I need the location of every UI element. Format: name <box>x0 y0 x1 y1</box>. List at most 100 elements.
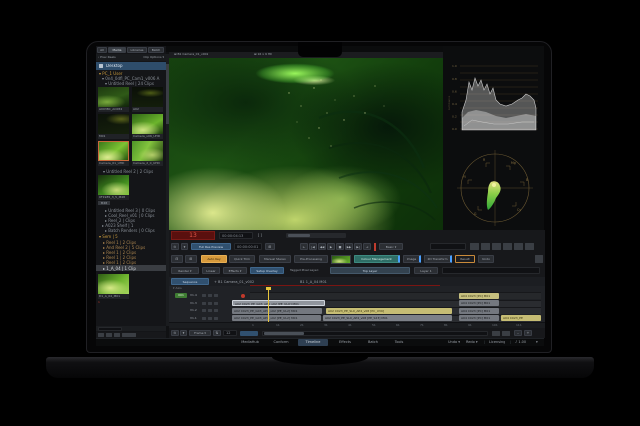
chevron-down-icon[interactable]: ▾ <box>536 340 538 344</box>
manual-stereo-button[interactable]: Manual Stereo <box>259 255 291 263</box>
zoom-out-button[interactable]: – <box>514 330 522 336</box>
step-fwd-button[interactable]: ▶| <box>354 243 362 250</box>
media-tab-batch[interactable]: Batch <box>148 47 164 53</box>
ffwd-button[interactable]: ▶▶ <box>345 243 353 250</box>
row-b-button[interactable] <box>514 243 523 250</box>
stop-button[interactable]: ■ <box>336 243 344 250</box>
target-button[interactable]: ⊙ <box>171 243 179 250</box>
render-dropdown[interactable]: Render ▾ <box>171 267 199 274</box>
view-toggle-button[interactable] <box>492 331 500 336</box>
zoom-in-button[interactable]: + <box>524 330 532 336</box>
row-b-button[interactable] <box>470 243 479 250</box>
media-tab-media[interactable]: Media <box>108 47 126 53</box>
timecode-field[interactable]: 00:00:04:13 <box>219 232 253 239</box>
result-view-button[interactable]: Result <box>455 255 475 263</box>
timeline-clip[interactable]: A02 C023_PE_SL0_AP4_v08 [PE_S23] M01 <box>323 315 452 321</box>
dropdown-button[interactable]: ▾ <box>181 243 188 250</box>
viewer-format[interactable]: ⊞ 16 x 9 HD <box>254 53 272 57</box>
undo-button[interactable]: Undo <box>478 255 494 263</box>
timeline-clip[interactable]: A02 C023_PE_G03_AP4_v02 [PE_UL2] M01 <box>232 315 321 321</box>
snap-button[interactable]: ⊙ <box>171 330 179 336</box>
swap-button[interactable]: ⇅ <box>213 330 221 336</box>
sequence-clip-b[interactable]: B1 1_A_04 M01 <box>300 280 327 284</box>
linear-button[interactable]: Linear <box>202 267 220 274</box>
row-b-button[interactable] <box>481 243 490 250</box>
name-input[interactable] <box>442 267 540 274</box>
tree-group[interactable]: ▾ Sem | 5 <box>99 234 165 239</box>
range-chip[interactable] <box>240 331 258 336</box>
track-solo-icon[interactable] <box>214 309 218 312</box>
pre-processing-button[interactable]: Pre-Processing <box>294 255 328 263</box>
prev-reels-button[interactable]: ‹ Prev Reels <box>98 56 116 60</box>
tree-item[interactable]: ▸ Batch Renders | 0 Clips <box>105 228 165 233</box>
fx-preview-thumbnail[interactable] <box>331 255 351 264</box>
clip-thumbnail[interactable] <box>132 87 163 107</box>
clip-thumbnail[interactable] <box>98 87 129 107</box>
track-visibility-icon[interactable] <box>202 294 206 297</box>
rewind-button[interactable]: ◀◀ <box>318 243 326 250</box>
sequence-clip-a[interactable]: + B1 Camera_01_v002 <box>214 280 254 284</box>
playhead-line[interactable] <box>268 287 269 322</box>
h-scrollbar-thumb[interactable] <box>264 332 304 335</box>
record-indicator[interactable] <box>241 294 245 298</box>
clip-thumbnail[interactable] <box>98 274 129 294</box>
media-tab-libraries[interactable]: Libraries <box>127 47 147 53</box>
footer-button[interactable] <box>122 333 136 337</box>
quick-trim-button[interactable]: Quick Trim <box>229 255 255 263</box>
clip-thumbnail-selected[interactable] <box>98 141 129 161</box>
go-end-button[interactable]: ⇥ <box>363 243 371 250</box>
zoom-value-field[interactable]: 12 <box>223 330 237 336</box>
tool-button-b[interactable]: ⊞ <box>185 255 197 263</box>
view-toggle-button[interactable] <box>502 331 510 336</box>
setup-overlay-button[interactable]: Setup Overlay <box>250 267 284 274</box>
track-visibility-icon[interactable] <box>202 302 206 305</box>
timeline-clip[interactable]: A04 C023 [PC] M01 <box>459 300 499 306</box>
fx-corner-button[interactable] <box>535 255 543 263</box>
row-b-field[interactable] <box>430 243 466 250</box>
row-b-button[interactable] <box>503 243 512 250</box>
media-tab-all[interactable]: All <box>97 47 107 53</box>
clip-thumbnail[interactable] <box>98 114 129 134</box>
step-back-button[interactable]: |◀ <box>309 243 317 250</box>
layer-button[interactable]: Layer 1 <box>414 267 438 274</box>
row-b-button[interactable] <box>492 243 501 250</box>
app-tab-conform[interactable]: Conform <box>268 340 294 344</box>
track-lock-icon[interactable] <box>208 294 212 297</box>
timeline-clip[interactable]: A02 C023_PE_SL0_AP4_v08 [PC_U39] <box>326 308 452 314</box>
footer-button[interactable] <box>106 333 112 337</box>
colour-management-button[interactable]: Colour Management <box>354 255 400 263</box>
track-visibility-icon[interactable] <box>202 317 206 320</box>
sequence-tab[interactable]: Sequence <box>171 278 209 285</box>
snap-dropdown[interactable]: ▾ <box>180 330 187 336</box>
app-tab-tools[interactable]: Tools <box>388 340 410 344</box>
redo-menu[interactable]: Redo ▾ <box>466 340 478 344</box>
tagged-pixel-value[interactable]: Top Layer <box>330 267 410 274</box>
timeline-clip[interactable]: A04 C023_PE <box>501 315 541 321</box>
mode-dropdown[interactable]: Basic ▾ <box>379 243 403 250</box>
timecode-field-2[interactable]: 00:00:00:01 <box>234 243 262 250</box>
track-solo-icon[interactable] <box>214 302 218 305</box>
timeline-clip[interactable]: A02 C023_PE_G03_AP4_v02 [PE_UL2] M01 <box>232 308 322 314</box>
axis-row-label[interactable]: ▾ Axis <box>173 287 182 291</box>
media-footer-field[interactable] <box>98 327 122 331</box>
track-lock-icon[interactable] <box>208 317 212 320</box>
play-button[interactable]: ▶ <box>327 243 335 250</box>
footer-button[interactable] <box>114 333 120 337</box>
app-tab-timeline[interactable]: Timeline <box>298 340 328 344</box>
clip-thumbnail[interactable] <box>98 175 129 195</box>
clip-thumbnail[interactable] <box>132 141 163 161</box>
track-lock-icon[interactable] <box>208 302 212 305</box>
tree-item[interactable]: ▾ Untitled Reel 2 | 2 Clips <box>103 169 165 174</box>
track-solo-icon[interactable] <box>214 294 218 297</box>
image-button[interactable]: Image <box>403 255 421 263</box>
track-lock-icon[interactable] <box>208 309 212 312</box>
audio-level-indicator[interactable]: ♪ 1.00 <box>515 340 526 344</box>
go-start-button[interactable]: ⇤ <box>300 243 308 250</box>
tree-reel-selected[interactable]: ▸ 1_A_04 | 1 Clip <box>103 266 165 271</box>
preview-mode-button[interactable]: Full Res Preview <box>191 243 231 250</box>
track-visibility-icon[interactable] <box>202 309 206 312</box>
timeline-ruler[interactable] <box>169 322 545 328</box>
row-b-button[interactable] <box>525 243 534 250</box>
timeline-clip[interactable]: A04 C023 [PC] M01 <box>459 293 499 299</box>
app-tab-mediahub[interactable]: MediaHub <box>236 340 264 344</box>
